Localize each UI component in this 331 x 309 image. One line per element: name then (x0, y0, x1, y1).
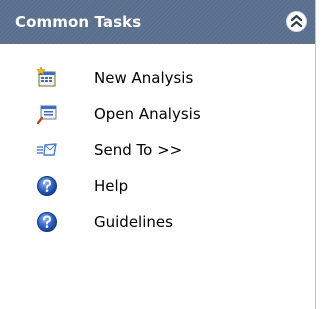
task-guidelines[interactable]: Guidelines (0, 204, 300, 240)
help-icon (36, 175, 58, 197)
task-new-analysis[interactable]: New Analysis (0, 60, 300, 96)
panel-header: Common Tasks (0, 0, 315, 44)
double-chevron-up-icon (290, 14, 303, 28)
task-label: Guidelines (94, 213, 173, 231)
task-label: Send To >> (94, 141, 183, 159)
task-open-analysis[interactable]: Open Analysis (0, 96, 300, 132)
common-tasks-panel: Common Tasks New Analysis Open Analysis … (0, 0, 316, 309)
task-label: New Analysis (94, 69, 194, 87)
guidelines-icon (36, 211, 58, 233)
task-help[interactable]: Help (0, 168, 300, 204)
task-label: Open Analysis (94, 105, 201, 123)
task-label: Help (94, 177, 129, 195)
new-analysis-icon (36, 66, 58, 89)
collapse-button[interactable] (287, 12, 306, 31)
open-analysis-icon (36, 103, 58, 125)
panel-title: Common Tasks (15, 13, 142, 31)
task-send-to[interactable]: Send To >> (0, 132, 300, 168)
send-to-icon (36, 139, 58, 161)
